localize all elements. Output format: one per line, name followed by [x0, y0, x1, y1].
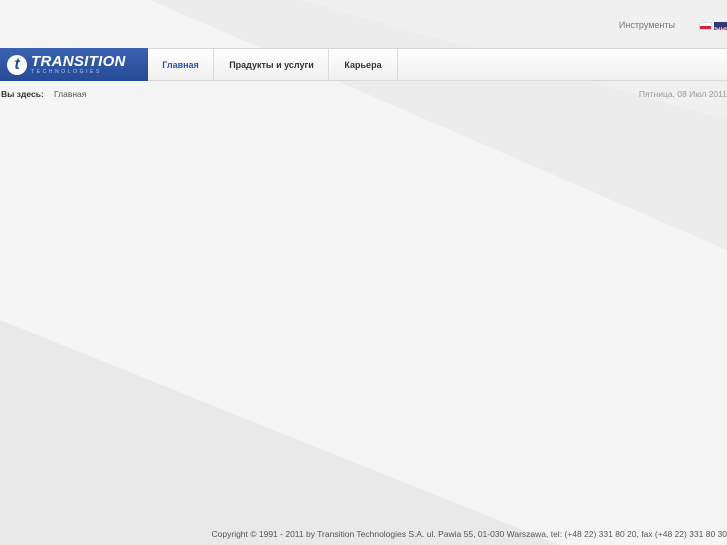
- language-switcher: [699, 22, 727, 30]
- nav-item-products-services[interactable]: Прадукты и услуги: [214, 49, 329, 80]
- logo-subtitle: TECHNOLOGIES: [31, 69, 102, 75]
- main-navbar: t TRANSITION TECHNOLOGIES Главная Прадук…: [0, 48, 727, 81]
- polish-flag-icon[interactable]: [699, 22, 712, 30]
- footer-copyright: Copyright © 1991 - 2011 by Transition Te…: [211, 529, 727, 539]
- nav-item-career[interactable]: Карьера: [329, 49, 398, 80]
- top-utility-bar: Инструменты: [0, 18, 727, 34]
- uk-flag-graphic: [714, 26, 727, 30]
- breadcrumb-label: Вы здесь:: [1, 89, 44, 99]
- breadcrumb-current[interactable]: Главная: [54, 89, 86, 99]
- logo-name: TRANSITION: [31, 53, 126, 70]
- breadcrumb: Вы здесь: Главная Пятница, 08 Июл 2011: [0, 89, 727, 101]
- current-date: Пятница, 08 Июл 2011: [638, 89, 727, 99]
- logo-mark-icon: t: [7, 54, 27, 75]
- nav-item-home[interactable]: Главная: [148, 49, 214, 80]
- nav-menu: Главная Прадукты и услуги Карьера: [148, 49, 398, 80]
- background-decoration: [0, 0, 727, 545]
- tools-link[interactable]: Инструменты: [619, 20, 675, 30]
- english-flag-icon[interactable]: [714, 22, 727, 30]
- company-logo[interactable]: t TRANSITION TECHNOLOGIES: [0, 48, 148, 81]
- page: Инструменты t TRANSITION TECHNOLOGIES Гл…: [0, 0, 727, 545]
- logo-text: TRANSITION TECHNOLOGIES: [31, 54, 126, 75]
